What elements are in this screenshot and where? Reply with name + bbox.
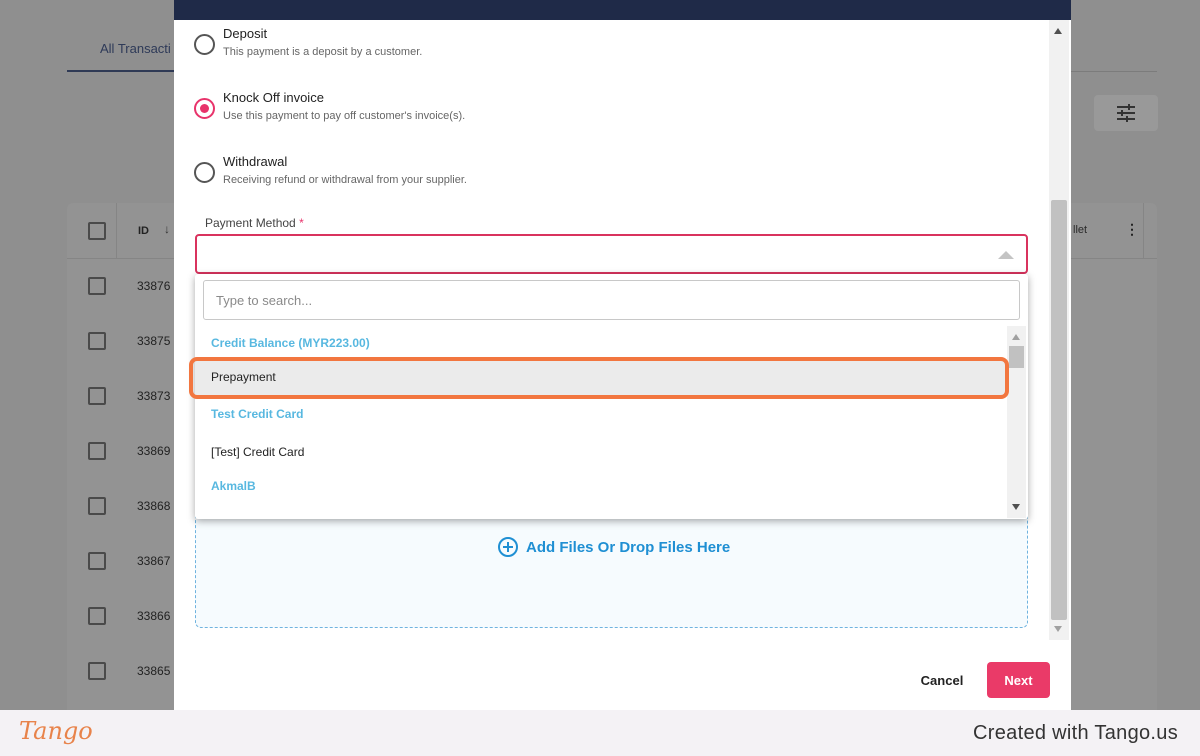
row-checkbox[interactable]: [88, 387, 106, 405]
row-id: 33876: [137, 279, 171, 293]
modal-header-bar: [174, 0, 1071, 20]
radio-button[interactable]: [194, 98, 215, 119]
payment-method-dropdown: Credit Balance (MYR223.00) Prepayment Test…: [195, 274, 1028, 519]
radio-option-knock-off-invoice[interactable]: Knock Off invoice Use this payment to pay…: [194, 84, 794, 124]
row-id: 33875: [137, 334, 171, 348]
dropdown-group-label: Test Credit Card: [211, 407, 304, 421]
radio-title: Knock Off invoice: [223, 90, 324, 105]
sliders-icon: [1117, 104, 1135, 122]
payment-method-label: Payment Method *: [205, 216, 304, 230]
row-checkbox[interactable]: [88, 332, 106, 350]
dropdown-option[interactable]: Prepayment: [195, 359, 1005, 395]
column-divider: [1143, 203, 1144, 259]
radio-button[interactable]: [194, 34, 215, 55]
radio-description: This payment is a deposit by a customer.: [223, 46, 423, 58]
modal-scrollbar[interactable]: [1049, 20, 1069, 640]
tango-footer: Tango Created with Tango.us: [0, 710, 1200, 756]
required-marker: *: [299, 216, 304, 230]
row-id: 33865: [137, 664, 171, 678]
more-vertical-icon[interactable]: ⋮: [1125, 221, 1139, 238]
radio-title: Deposit: [223, 26, 268, 41]
arrow-down-icon[interactable]: ↓: [164, 222, 170, 236]
dropdown-option[interactable]: [Test] Credit Card: [195, 434, 1005, 470]
radio-title: Withdrawal: [223, 154, 288, 169]
radio-selected-dot: [200, 104, 209, 113]
row-id: 33866: [137, 609, 171, 623]
dropdown-group-label: Credit Balance (MYR223.00): [211, 336, 370, 350]
dropdown-scrollbar[interactable]: [1007, 326, 1026, 518]
tango-logo: Tango: [19, 717, 93, 745]
row-checkbox[interactable]: [88, 607, 106, 625]
dropdown-group-label: AkmalB: [211, 479, 256, 493]
scroll-up-arrow-icon[interactable]: [1054, 28, 1062, 34]
scrollbar-thumb[interactable]: [1009, 346, 1024, 368]
row-checkbox[interactable]: [88, 662, 106, 680]
file-dropzone[interactable]: Add Files Or Drop Files Here: [195, 500, 1028, 628]
row-checkbox[interactable]: [88, 442, 106, 460]
scrollbar-thumb[interactable]: [1051, 200, 1067, 620]
row-checkbox[interactable]: [88, 277, 106, 295]
column-divider: [116, 203, 117, 259]
payment-method-label-text: Payment Method: [205, 216, 296, 230]
radio-description: Use this payment to pay off customer's i…: [223, 110, 466, 122]
row-checkbox[interactable]: [88, 497, 106, 515]
row-id: 33867: [137, 554, 171, 568]
row-checkbox[interactable]: [88, 552, 106, 570]
row-id: 33873: [137, 389, 171, 403]
scroll-up-arrow-icon[interactable]: [1012, 334, 1020, 340]
radio-option-withdrawal[interactable]: Withdrawal Receiving refund or withdrawal…: [194, 148, 794, 188]
scroll-down-arrow-icon[interactable]: [1054, 626, 1062, 632]
dropzone-text: Add Files Or Drop Files Here: [526, 538, 731, 556]
caret-up-icon: [998, 251, 1014, 259]
cancel-button[interactable]: Cancel: [907, 665, 977, 695]
row-id: 33868: [137, 499, 171, 513]
scroll-down-arrow-icon[interactable]: [1012, 504, 1020, 510]
plus-circle-icon: [498, 537, 518, 557]
dropdown-option[interactable]: Akmal: [195, 506, 1005, 519]
radio-option-deposit[interactable]: Deposit This payment is a deposit by a cu…: [194, 20, 794, 60]
select-all-checkbox[interactable]: [88, 222, 106, 240]
dropdown-options-list: Credit Balance (MYR223.00) Prepayment Test…: [195, 324, 1005, 519]
column-header-id[interactable]: ID: [138, 225, 149, 237]
radio-button[interactable]: [194, 162, 215, 183]
radio-description: Receiving refund or withdrawal from your…: [223, 174, 467, 186]
filter-button[interactable]: [1094, 95, 1158, 131]
tab-all-transactions[interactable]: All Transacti: [67, 30, 187, 72]
tango-credit-text: Created with Tango.us: [973, 722, 1178, 744]
row-id: 33869: [137, 444, 171, 458]
next-button[interactable]: Next: [987, 662, 1050, 698]
column-header-wallet[interactable]: llet: [1073, 224, 1087, 236]
payment-method-select[interactable]: [195, 234, 1028, 274]
add-files-link[interactable]: Add Files Or Drop Files Here: [498, 537, 730, 557]
dropdown-search-input[interactable]: [203, 280, 1020, 320]
